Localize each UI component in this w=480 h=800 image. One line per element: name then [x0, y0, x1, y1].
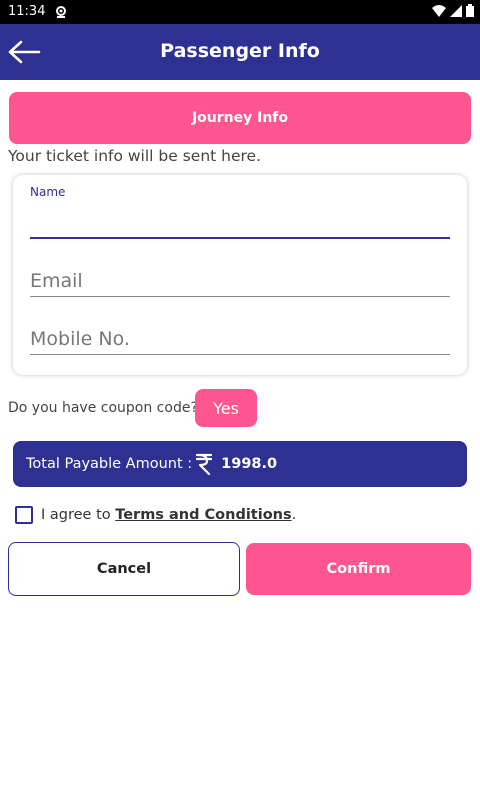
terms-link[interactable]: Terms and Conditions [115, 507, 291, 523]
email-underline [30, 296, 450, 297]
status-bar: 11:34 [0, 0, 480, 24]
terms-agreement: I agree to Terms and Conditions . [15, 506, 296, 524]
coupon-question: Do you have coupon code? [8, 400, 198, 416]
name-underline [30, 237, 450, 239]
agree-suffix: . [291, 507, 297, 523]
mobile-placeholder: Mobile No. [30, 328, 130, 350]
signal-icon [450, 4, 462, 21]
battery-icon [466, 4, 474, 21]
coupon-yes-button[interactable]: Yes [195, 389, 257, 427]
cancel-button[interactable]: Cancel [8, 542, 240, 596]
journey-info-button[interactable]: Journey Info [9, 92, 471, 144]
confirm-button[interactable]: Confirm [246, 543, 471, 595]
location-icon [55, 5, 67, 23]
total-amount: 1998.0 [221, 456, 278, 472]
rupee-icon [196, 453, 213, 475]
passenger-form: Name Email Mobile No. [13, 175, 467, 375]
status-icons [432, 4, 474, 21]
app-bar: Passenger Info [0, 24, 480, 80]
email-field[interactable]: Email [30, 255, 450, 297]
agree-prefix: I agree to [41, 507, 116, 523]
name-field[interactable]: Name [30, 185, 450, 239]
status-time: 11:34 [8, 4, 46, 19]
mobile-underline [30, 354, 450, 355]
terms-checkbox[interactable] [15, 506, 33, 524]
email-placeholder: Email [30, 270, 83, 292]
helper-text: Your ticket info will be sent here. [8, 147, 262, 165]
total-payable-bar: Total Payable Amount : 1998.0 [13, 441, 467, 487]
wifi-icon [432, 4, 446, 21]
name-label: Name [30, 185, 66, 199]
page-title: Passenger Info [160, 40, 320, 62]
mobile-field[interactable]: Mobile No. [30, 313, 450, 355]
total-label: Total Payable Amount : [26, 456, 193, 472]
